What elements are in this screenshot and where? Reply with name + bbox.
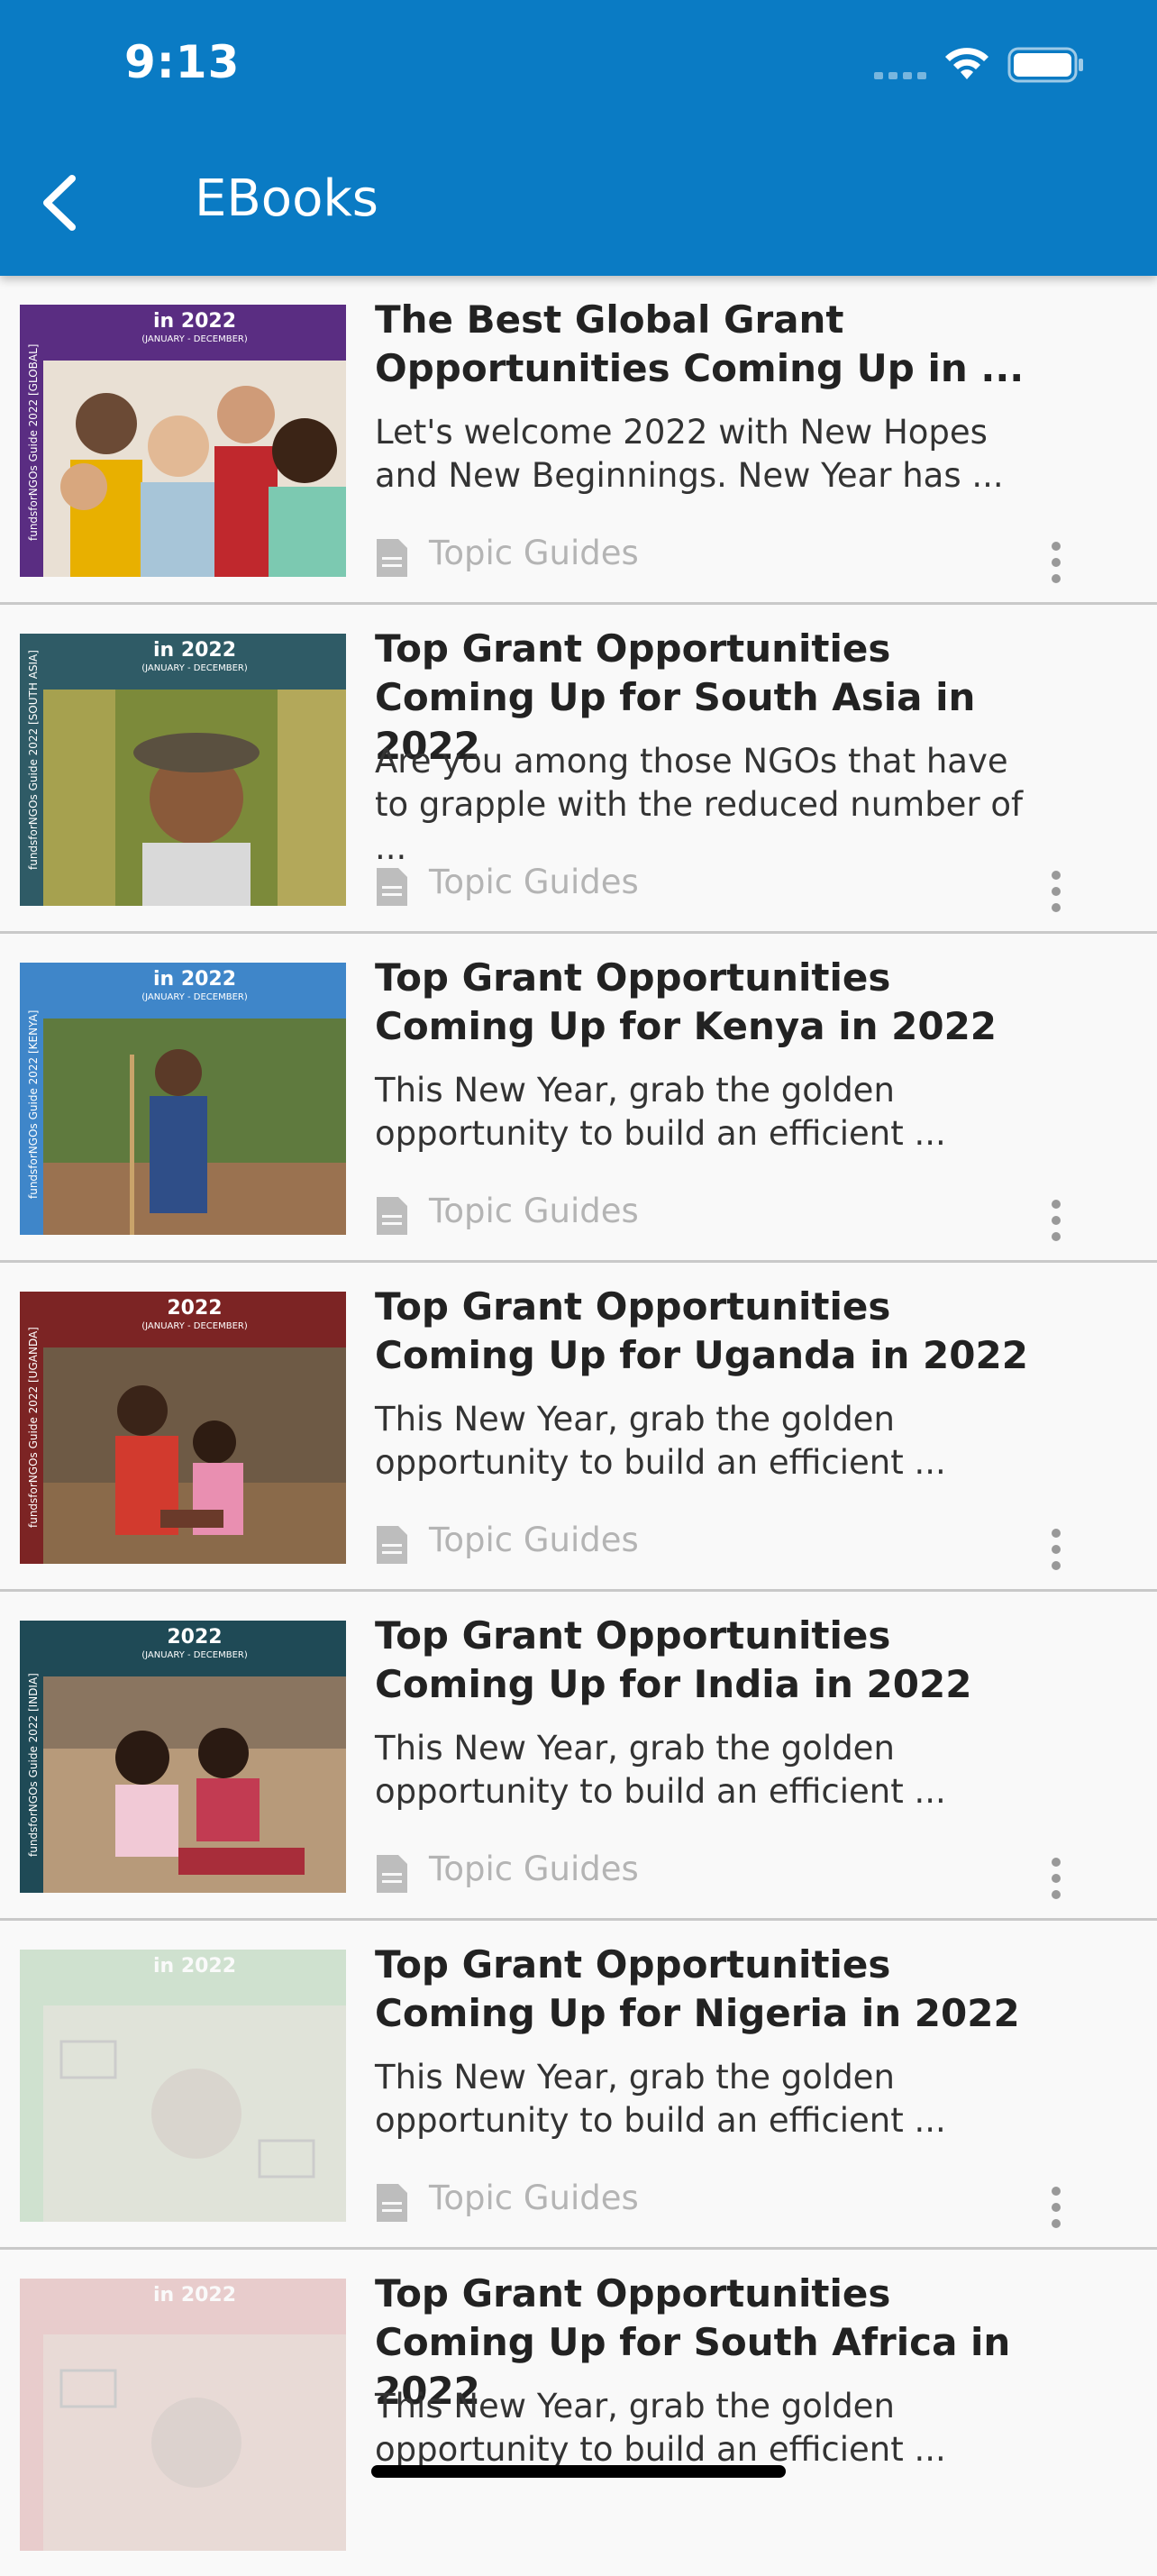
document-icon bbox=[377, 1855, 407, 1893]
list-item[interactable]: fundsforNGOs Guide 2022 [UGANDA] 2022 (J… bbox=[0, 1263, 1157, 1592]
category-label: Topic Guides bbox=[429, 863, 639, 901]
cover-spine-text: fundsforNGOs Guide 2022 [UGANDA] bbox=[27, 1327, 40, 1528]
document-icon bbox=[377, 539, 407, 577]
cover-dates-text: (JANUARY - DECEMBER) bbox=[141, 334, 248, 344]
cover-photo bbox=[43, 690, 346, 906]
cover-photo bbox=[43, 1676, 346, 1893]
list-item[interactable]: fundsforNGOs Guide 2022 [GLOBAL] in 2022… bbox=[0, 276, 1157, 605]
list-item[interactable]: in 2022 Top Grant Opportunities Coming U… bbox=[0, 1921, 1157, 2250]
cover-band-text: in 2022 bbox=[152, 639, 237, 662]
cover-photo bbox=[43, 2005, 346, 2222]
ebook-title[interactable]: Top Grant Opportunities Coming Up for Ke… bbox=[375, 954, 1060, 1051]
home-indicator[interactable] bbox=[371, 2465, 786, 2478]
ebook-description: This New Year, grab the golden opportuni… bbox=[375, 1400, 946, 1482]
book-cover-image: fundsforNGOs Guide 2022 [SOUTH ASIA] in … bbox=[20, 634, 346, 906]
document-icon bbox=[377, 2184, 407, 2222]
category-label: Topic Guides bbox=[429, 534, 639, 572]
list-item[interactable]: fundsforNGOs Guide 2022 [SOUTH ASIA] in … bbox=[0, 605, 1157, 934]
category-label: Topic Guides bbox=[429, 1192, 639, 1230]
back-chevron-icon[interactable] bbox=[34, 169, 88, 236]
ebook-description: This New Year, grab the golden opportuni… bbox=[375, 2058, 946, 2140]
list-item[interactable]: fundsforNGOs Guide 2022 [INDIA] 2022 (JA… bbox=[0, 1592, 1157, 1921]
ebook-list: fundsforNGOs Guide 2022 [GLOBAL] in 2022… bbox=[0, 276, 1157, 2576]
navigation-bar: 9:13 EBooks bbox=[0, 0, 1157, 276]
document-icon bbox=[377, 1197, 407, 1235]
cover-photo bbox=[43, 1019, 346, 1235]
ebook-title[interactable]: Top Grant Opportunities Coming Up for Ug… bbox=[375, 1283, 1060, 1380]
cover-band-text: in 2022 bbox=[152, 968, 237, 991]
ebook-description: This New Year, grab the golden opportuni… bbox=[375, 1071, 946, 1153]
cover-band-text: in 2022 bbox=[152, 1955, 237, 1978]
document-icon bbox=[377, 868, 407, 906]
battery-icon bbox=[1007, 47, 1083, 83]
ebook-title[interactable]: The Best Global Grant Opportunities Comi… bbox=[375, 296, 1060, 393]
category-label: Topic Guides bbox=[429, 1521, 639, 1559]
cover-spine-text: fundsforNGOs Guide 2022 [KENYA] bbox=[27, 1009, 40, 1199]
ebook-description: Let's welcome 2022 with New Hopes and Ne… bbox=[375, 413, 1004, 495]
ebook-description: This New Year, grab the golden opportuni… bbox=[375, 2387, 946, 2469]
cover-spine-text: fundsforNGOs Guide 2022 [SOUTH ASIA] bbox=[27, 650, 40, 870]
page-title: EBooks bbox=[195, 169, 378, 228]
ebook-description: This New Year, grab the golden opportuni… bbox=[375, 1729, 946, 1811]
more-options-icon[interactable] bbox=[1049, 1857, 1063, 1900]
cover-photo bbox=[43, 1347, 346, 1564]
book-cover-image: fundsforNGOs Guide 2022 [INDIA] 2022 (JA… bbox=[20, 1621, 346, 1893]
ebook-description: Are you among those NGOs that have to gr… bbox=[375, 742, 1024, 867]
list-item[interactable]: in 2022 Top Grant Opportunities Coming U… bbox=[0, 2250, 1157, 2576]
cover-spine-text: fundsforNGOs Guide 2022 [INDIA] bbox=[27, 1673, 40, 1857]
more-options-icon[interactable] bbox=[1049, 2186, 1063, 2229]
cover-dates-text: (JANUARY - DECEMBER) bbox=[141, 1650, 248, 1660]
more-options-icon[interactable] bbox=[1049, 541, 1063, 584]
cover-dates-text: (JANUARY - DECEMBER) bbox=[141, 992, 248, 1002]
more-options-icon[interactable] bbox=[1049, 1528, 1063, 1571]
more-options-icon[interactable] bbox=[1049, 870, 1063, 913]
more-options-icon[interactable] bbox=[1049, 1199, 1063, 1242]
book-cover-image: fundsforNGOs Guide 2022 [KENYA] in 2022 … bbox=[20, 963, 346, 1235]
cover-band-text: 2022 bbox=[167, 1626, 223, 1649]
category-label: Topic Guides bbox=[429, 2179, 639, 2217]
wifi-icon bbox=[945, 48, 988, 79]
book-cover-image: in 2022 bbox=[20, 1950, 346, 2222]
category-label: Topic Guides bbox=[429, 1850, 639, 1888]
cellular-signal-icon bbox=[874, 72, 926, 79]
list-item[interactable]: fundsforNGOs Guide 2022 [KENYA] in 2022 … bbox=[0, 934, 1157, 1263]
book-cover-image: in 2022 bbox=[20, 2279, 346, 2551]
cover-band-text: in 2022 bbox=[152, 2284, 237, 2307]
ebook-title[interactable]: Top Grant Opportunities Coming Up for Ni… bbox=[375, 1941, 1060, 2038]
cover-photo bbox=[43, 361, 346, 577]
cover-band-text: in 2022 bbox=[152, 310, 237, 333]
cover-photo bbox=[43, 2334, 346, 2551]
book-cover-image: fundsforNGOs Guide 2022 [GLOBAL] in 2022… bbox=[20, 305, 346, 577]
cover-dates-text: (JANUARY - DECEMBER) bbox=[141, 663, 248, 673]
cover-spine-text: fundsforNGOs Guide 2022 [GLOBAL] bbox=[27, 343, 40, 542]
ebook-title[interactable]: Top Grant Opportunities Coming Up for In… bbox=[375, 1612, 1060, 1709]
book-cover-image: fundsforNGOs Guide 2022 [UGANDA] 2022 (J… bbox=[20, 1292, 346, 1564]
status-time: 9:13 bbox=[124, 36, 241, 88]
document-icon bbox=[377, 1526, 407, 1564]
cover-band-text: 2022 bbox=[167, 1297, 223, 1320]
cover-dates-text: (JANUARY - DECEMBER) bbox=[141, 1321, 248, 1331]
